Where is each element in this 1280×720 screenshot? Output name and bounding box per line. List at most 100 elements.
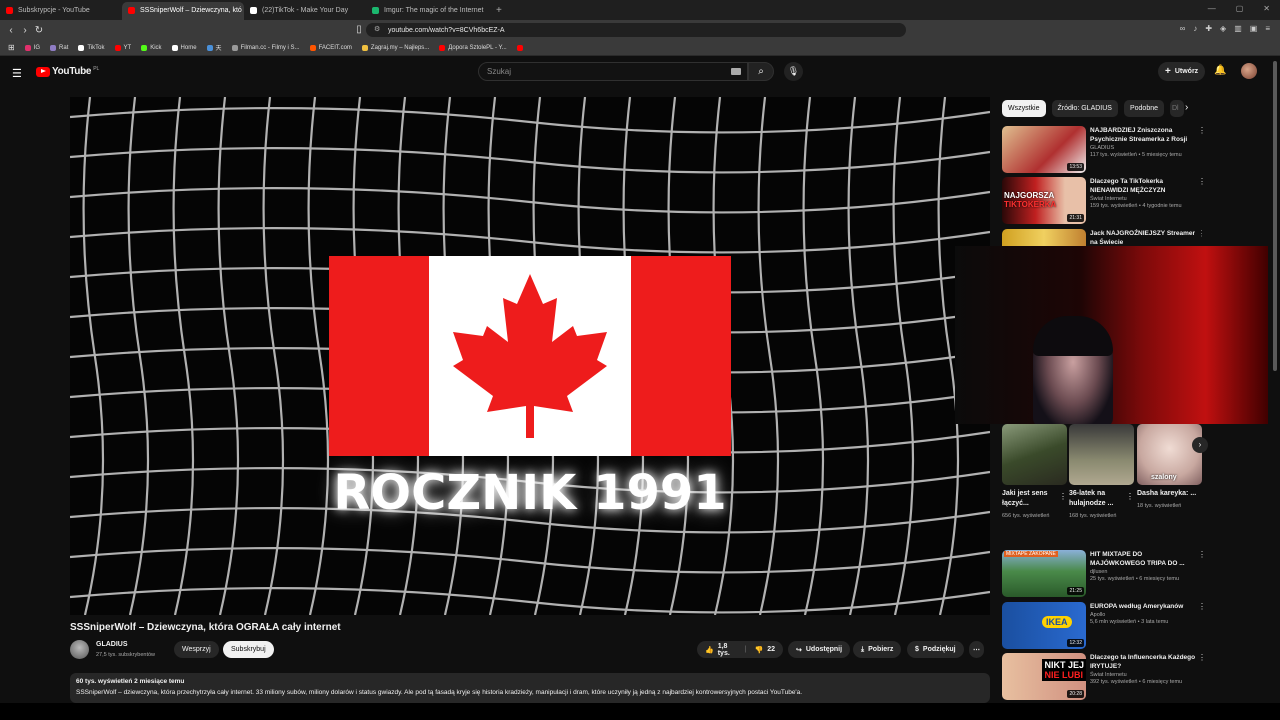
video-thumbnail[interactable] <box>1002 229 1086 247</box>
short-item[interactable]: 36-latek na hulajnodze ... 168 tys. wyśw… <box>1069 424 1134 520</box>
video-thumbnail[interactable]: IKEA 12:32 <box>1002 602 1086 649</box>
notifications-bell-icon[interactable]: 🔔 <box>1214 65 1226 76</box>
link-icon[interactable]: ∞ <box>1180 24 1186 33</box>
bookmark-icon[interactable]: ▯ <box>352 24 366 35</box>
keyboard-icon[interactable] <box>731 68 741 75</box>
more-vertical-icon[interactable]: ⋮ <box>1198 126 1206 135</box>
bookmark-item[interactable]: YT <box>114 44 131 51</box>
short-title[interactable]: Jaki jest sens łączyć... <box>1002 489 1067 509</box>
search-button[interactable]: ⌕ <box>748 62 774 81</box>
close-window-icon[interactable]: ✕ <box>1263 4 1270 13</box>
more-vertical-icon[interactable]: ⋮ <box>1198 177 1206 186</box>
apps-grid-icon[interactable]: ⊞ <box>8 43 15 52</box>
bookmark-item[interactable]: IG <box>24 44 40 51</box>
chevron-right-icon[interactable]: › <box>1185 102 1188 113</box>
description-box[interactable]: 60 tys. wyświetleń 2 miesiące temu SSSni… <box>70 673 990 703</box>
recommendation-item[interactable]: IKEA 12:32 EUROPA według Amerykanów Apol… <box>1002 602 1206 650</box>
short-item[interactable]: Jaki jest sens łączyć... 656 tys. wyświe… <box>1002 424 1067 520</box>
shorts-next-button[interactable]: › <box>1192 437 1208 453</box>
video-thumbnail[interactable]: MIXTAPE ZAKOPANE 21:25 <box>1002 550 1086 597</box>
short-item[interactable]: szalony Dasha kareyka: ... 18 tys. wyświ… <box>1137 424 1202 510</box>
channel-name[interactable]: GLADIUS <box>96 641 128 648</box>
thanks-button[interactable]: $ Podziękuj <box>907 641 964 658</box>
browser-tab[interactable]: Subskrypcje - YouTube <box>0 2 122 20</box>
maximize-icon[interactable]: ▢ <box>1236 4 1244 13</box>
bookmark-item[interactable]: Rat <box>50 44 68 51</box>
channel-avatar[interactable] <box>70 640 89 659</box>
recommendation-title[interactable]: Dlaczego Ta TikTokerka NIENAWIDZI MĘŻCZY… <box>1090 177 1196 195</box>
puzzle-icon[interactable]: ✚ <box>1205 24 1212 33</box>
video-thumbnail[interactable]: NAJGORSZA TIKTOKERKA 21:31 <box>1002 177 1086 224</box>
create-button[interactable]: + Utwórz <box>1158 62 1206 81</box>
audio-icon[interactable]: ♪ <box>1193 24 1197 33</box>
video-thumbnail[interactable]: 13:53 <box>1002 126 1086 173</box>
share-button[interactable]: ↪ Udostępnij <box>788 641 851 658</box>
dislike-button[interactable]: 👎 22 <box>754 646 775 654</box>
settings-icon[interactable]: ≡ <box>1265 24 1270 33</box>
recommendation-channel[interactable]: Świat Internetu <box>1090 672 1196 678</box>
bookmark-item[interactable]: TikTok <box>78 44 105 51</box>
account-avatar[interactable] <box>1241 63 1257 79</box>
subscribe-button[interactable]: Subskrybuj <box>223 641 274 658</box>
minimize-icon[interactable]: — <box>1208 4 1216 13</box>
recommendation-title[interactable]: HIT MIXTAPE DO MAJÓWKOWEGO TRIPA DO ... <box>1090 550 1196 568</box>
chip-all[interactable]: Wszystkie <box>1002 100 1046 117</box>
menu-icon[interactable]: ☰ <box>12 67 22 80</box>
shield-icon[interactable]: ◈ <box>1220 24 1226 33</box>
video-thumbnail[interactable]: NIKT JEJ NIE LUBI 20:28 <box>1002 653 1086 700</box>
bookmark-item[interactable]: 天 <box>206 43 222 52</box>
url-field[interactable]: ⚙ youtube.com/watch?v=8CVh6bcEZ-A <box>366 23 906 37</box>
page-scrollbar[interactable] <box>1273 57 1278 697</box>
join-button[interactable]: Wesprzyj <box>174 641 219 658</box>
recommendation-item[interactable]: Jack NAJGROŹNIEJSZY Streamer na Świecie … <box>1002 229 1202 247</box>
short-title[interactable]: 36-latek na hulajnodze ... <box>1069 489 1134 509</box>
recommendation-channel[interactable]: GLADIUS <box>1090 145 1196 151</box>
recommendation-item[interactable]: MIXTAPE ZAKOPANE 21:25 HIT MIXTAPE DO MA… <box>1002 550 1206 598</box>
chip-more[interactable]: Dl <box>1170 100 1184 117</box>
scrollbar-thumb[interactable] <box>1273 61 1277 371</box>
more-actions-button[interactable]: ⋯ <box>969 641 984 658</box>
recommendation-title[interactable]: EUROPA według Amerykanów <box>1090 602 1196 611</box>
short-thumbnail[interactable]: szalony <box>1137 424 1202 485</box>
more-vertical-icon[interactable]: ⋮ <box>1126 492 1134 501</box>
short-thumbnail[interactable] <box>1002 424 1067 485</box>
new-tab-button[interactable]: + <box>488 5 502 16</box>
more-vertical-icon[interactable]: ⋮ <box>1198 653 1206 662</box>
recommendation-title[interactable]: NAJBARDZIEJ Zniszczona Psychicznie Strea… <box>1090 126 1196 144</box>
more-vertical-icon[interactable]: ⋮ <box>1059 492 1067 501</box>
bookmark-item[interactable]: Zagraj.my – Najleps... <box>361 44 429 51</box>
bookmark-item[interactable]: Filman.cc - Filmy i S... <box>231 44 300 51</box>
recommendation-title[interactable]: Dlaczego ta Influencerka Każdego IRYTUJE… <box>1090 653 1196 671</box>
bookmark-item[interactable] <box>516 44 523 51</box>
site-info-icon[interactable]: ⚙ <box>374 25 380 33</box>
short-thumbnail[interactable] <box>1069 424 1134 485</box>
recommendation-item[interactable]: NIKT JEJ NIE LUBI 20:28 Dlaczego ta Influ… <box>1002 653 1206 701</box>
more-vertical-icon[interactable]: ⋮ <box>1198 550 1206 559</box>
youtube-logo[interactable]: YouTube PL <box>36 66 99 77</box>
wallet-icon[interactable]: ▣ <box>1250 24 1258 33</box>
forward-icon[interactable]: › <box>18 25 32 36</box>
bookmark-item[interactable]: Home <box>171 44 197 51</box>
short-title[interactable]: Dasha kareyka: ... <box>1137 489 1202 499</box>
recommendation-channel[interactable]: djlusen <box>1090 569 1196 575</box>
bookmark-item[interactable]: Дорога SztolePL - Y... <box>439 44 507 51</box>
recommendation-item[interactable]: 13:53 NAJBARDZIEJ Zniszczona Psychicznie… <box>1002 126 1206 174</box>
back-icon[interactable]: ‹ <box>4 25 18 36</box>
more-vertical-icon[interactable]: ⋮ <box>1198 229 1202 238</box>
voice-search-button[interactable]: 🎙 <box>784 62 803 81</box>
browser-tab-active[interactable]: SSSniperWolf – Dziewczyna, któ ✕ <box>122 1 244 20</box>
search-input[interactable]: Szukaj <box>478 62 748 81</box>
chip-source[interactable]: Źródło: GLADIUS <box>1051 100 1118 117</box>
recommendation-channel[interactable]: Świat Internetu <box>1090 196 1196 202</box>
more-vertical-icon[interactable]: ⋮ <box>1198 602 1206 611</box>
recommendation-title[interactable]: Jack NAJGROŹNIEJSZY Streamer na Świecie <box>1090 229 1196 247</box>
bookmark-item[interactable]: Kick <box>141 44 162 51</box>
recommendation-item[interactable]: NAJGORSZA TIKTOKERKA 21:31 Dlaczego Ta Ti… <box>1002 177 1206 225</box>
recommendation-channel[interactable]: Apollo <box>1090 612 1196 618</box>
like-button[interactable]: 👍 1,8 tys. <box>705 643 737 657</box>
browser-tab[interactable]: (22)TikTok - Make Your Day <box>244 2 366 20</box>
reload-icon[interactable]: ↻ <box>32 25 46 36</box>
sidebar-icon[interactable]: ▥ <box>1234 24 1242 33</box>
download-button[interactable]: ⤓ Pobierz <box>853 641 902 658</box>
video-player[interactable]: ROCZNIK 1991 <box>70 97 990 615</box>
